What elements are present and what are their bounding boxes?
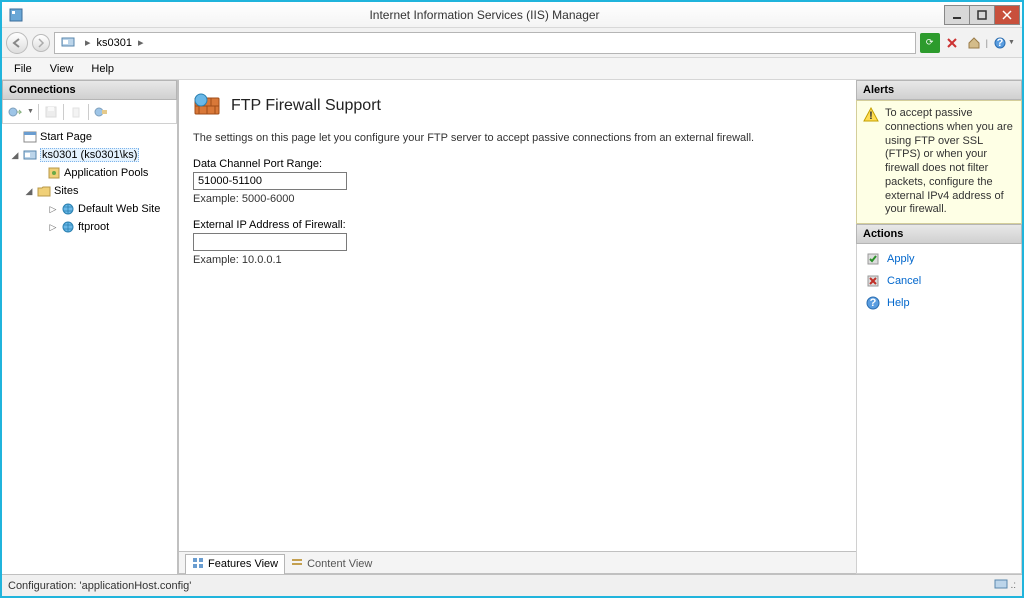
content-view-icon (291, 557, 303, 572)
connect-icon[interactable] (7, 104, 23, 120)
svg-text:?: ? (997, 37, 1004, 49)
breadcrumb-bar[interactable]: ▸ ks0301 ▸ (54, 32, 916, 54)
expander-icon[interactable]: ▷ (48, 204, 58, 215)
actions-header: Actions (856, 224, 1022, 244)
tree-label: Application Pools (64, 167, 148, 179)
stop-icon[interactable] (942, 33, 962, 53)
minimize-button[interactable] (944, 5, 970, 25)
connections-tree: Start Page ◢ ks0301 (ks0301\ks) Applicat… (2, 124, 177, 240)
status-icon (994, 577, 1010, 594)
tree-default-site[interactable]: ▷ Default Web Site (4, 200, 175, 218)
navigation-bar: ▸ ks0301 ▸ ⟳ | ? ▼ (2, 28, 1022, 58)
action-help[interactable]: ? Help (863, 292, 1015, 314)
forward-button[interactable] (32, 34, 50, 52)
tree-label: ks0301 (ks0301\ks) (40, 148, 139, 162)
breadcrumb-separator: ▸ (138, 36, 144, 49)
save-icon[interactable] (43, 104, 59, 120)
view-tabs: Features View Content View (179, 551, 856, 573)
window-controls (945, 5, 1020, 25)
main-area: Connections ▼ Start Page ◢ ks0301 (ks030… (2, 80, 1022, 574)
external-ip-example: Example: 10.0.0.1 (193, 254, 842, 266)
feature-panel: FTP Firewall Support The settings on thi… (178, 80, 856, 574)
up-icon[interactable] (93, 104, 109, 120)
tree-label: Sites (54, 185, 78, 197)
sites-folder-icon (36, 183, 52, 199)
connections-header: Connections (2, 80, 177, 100)
tree-label: Default Web Site (78, 203, 160, 215)
action-apply[interactable]: Apply (863, 248, 1015, 270)
menu-file[interactable]: File (6, 60, 40, 78)
refresh-icon[interactable]: ⟳ (920, 33, 940, 53)
window-title: Internet Information Services (IIS) Mana… (24, 8, 945, 22)
tree-server-node[interactable]: ◢ ks0301 (ks0301\ks) (4, 146, 175, 164)
action-label: Cancel (887, 275, 921, 287)
tree-label: Start Page (40, 131, 92, 143)
start-page-icon (22, 129, 38, 145)
status-right: .: (994, 577, 1016, 594)
feature-description: The settings on this page let you config… (193, 132, 842, 144)
cancel-icon (865, 273, 881, 289)
home-icon[interactable] (964, 33, 984, 53)
tree-sites[interactable]: ◢ Sites (4, 182, 175, 200)
svg-text:?: ? (870, 297, 877, 309)
menu-help[interactable]: Help (83, 60, 122, 78)
expander-icon[interactable]: ◢ (10, 150, 20, 161)
features-view-icon (192, 557, 204, 572)
breadcrumb-separator: ▸ (85, 36, 91, 49)
tab-label: Features View (208, 558, 278, 570)
menu-view[interactable]: View (42, 60, 82, 78)
alerts-header: Alerts (856, 80, 1022, 100)
globe-icon (60, 219, 76, 235)
tree-start-page[interactable]: Start Page (4, 128, 175, 146)
connections-toolbar: ▼ (2, 100, 177, 124)
server-icon (61, 35, 77, 51)
port-range-input[interactable] (193, 172, 347, 190)
alert-text: To accept passive connections when you a… (885, 107, 1015, 217)
svg-text:!: ! (869, 110, 873, 122)
settings-dropdown-icon[interactable]: ? ▼ (990, 33, 1018, 53)
help-icon: ? (865, 295, 881, 311)
external-ip-label: External IP Address of Firewall: (193, 219, 842, 231)
apply-icon (865, 251, 881, 267)
menu-bar: File View Help (2, 58, 1022, 80)
port-range-label: Data Channel Port Range: (193, 158, 842, 170)
action-label: Help (887, 297, 910, 309)
tab-label: Content View (307, 558, 372, 570)
app-pools-icon (46, 165, 62, 181)
server-icon (22, 147, 38, 163)
status-config: Configuration: 'applicationHost.config' (8, 580, 191, 592)
window-titlebar: Internet Information Services (IIS) Mana… (2, 2, 1022, 28)
tab-content-view[interactable]: Content View (284, 554, 379, 574)
tree-ftproot[interactable]: ▷ ftproot (4, 218, 175, 236)
connections-panel: Connections ▼ Start Page ◢ ks0301 (ks030… (2, 80, 178, 574)
alert-item: ! To accept passive connections when you… (856, 100, 1022, 224)
close-button[interactable] (994, 5, 1020, 25)
external-ip-input[interactable] (193, 233, 347, 251)
feature-heading: FTP Firewall Support (193, 92, 842, 120)
right-panels: Alerts ! To accept passive connections w… (856, 80, 1022, 574)
delete-icon[interactable] (68, 104, 84, 120)
tab-features-view[interactable]: Features View (185, 554, 285, 574)
expander-icon[interactable]: ◢ (24, 186, 34, 197)
tree-label: ftproot (78, 221, 109, 233)
tree-app-pools[interactable]: Application Pools (4, 164, 175, 182)
feature-title: FTP Firewall Support (231, 97, 381, 115)
status-bar: Configuration: 'applicationHost.config' … (2, 574, 1022, 596)
globe-icon (60, 201, 76, 217)
ftp-firewall-icon (193, 92, 221, 120)
app-icon (8, 7, 24, 23)
breadcrumb-host[interactable]: ks0301 (95, 37, 134, 49)
maximize-button[interactable] (969, 5, 995, 25)
back-button[interactable] (6, 32, 28, 54)
port-range-example: Example: 5000-6000 (193, 193, 842, 205)
expander-icon[interactable]: ▷ (48, 222, 58, 233)
actions-list: Apply Cancel ? Help (856, 244, 1022, 574)
nav-tools: ⟳ | ? ▼ (920, 33, 1018, 53)
action-cancel[interactable]: Cancel (863, 270, 1015, 292)
action-label: Apply (887, 253, 915, 265)
warning-icon: ! (863, 107, 879, 217)
